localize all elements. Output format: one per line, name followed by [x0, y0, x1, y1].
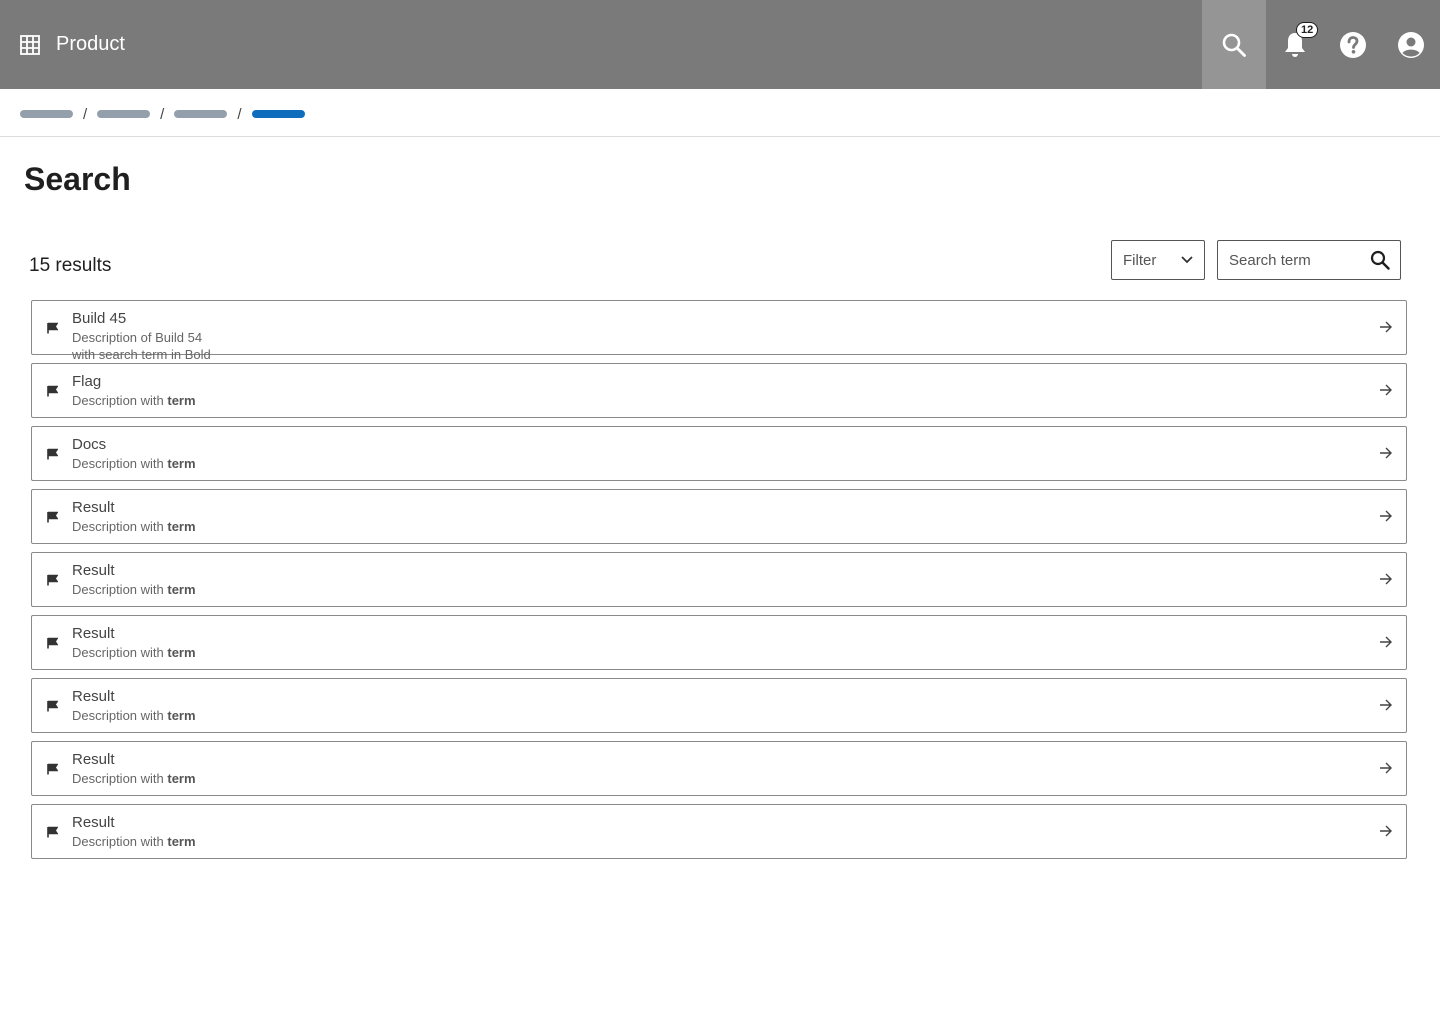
flag-icon	[47, 574, 58, 586]
arrow-right-icon	[1380, 573, 1392, 585]
flag-icon	[47, 826, 58, 838]
breadcrumb-item-current	[251, 110, 305, 118]
search-icon	[1222, 33, 1246, 57]
result-row[interactable]: Result Description with term	[31, 552, 1407, 607]
result-description: Description with term	[72, 708, 196, 723]
search-input[interactable]	[1229, 251, 1370, 269]
product-name: Product	[56, 33, 125, 55]
result-row[interactable]: Result Description with term	[31, 678, 1407, 733]
breadcrumb-divider	[0, 136, 1440, 137]
help-icon	[1340, 31, 1366, 58]
flag-icon	[47, 511, 58, 523]
arrow-right-icon	[1380, 447, 1392, 459]
result-description: Description with term	[72, 834, 196, 849]
breadcrumb-item-1[interactable]	[20, 110, 73, 118]
page-title: Search	[24, 161, 131, 197]
result-description: Description of Build 54 with search term…	[72, 330, 211, 362]
breadcrumb-separator: /	[160, 105, 165, 123]
account-button[interactable]	[1382, 0, 1440, 89]
result-description: Description with term	[72, 582, 196, 597]
arrow-right-icon	[1380, 636, 1392, 648]
result-title: Result	[72, 751, 115, 768]
result-row[interactable]: Docs Description with term	[31, 426, 1407, 481]
result-row[interactable]: Result Description with term	[31, 615, 1407, 670]
result-description: Description with term	[72, 771, 196, 786]
user-avatar-icon	[1398, 31, 1424, 58]
arrow-right-icon	[1380, 762, 1392, 774]
result-row[interactable]: Result Description with term	[31, 804, 1407, 859]
result-title: Result	[72, 625, 115, 642]
app-grid-icon	[20, 34, 40, 55]
help-button[interactable]	[1324, 0, 1382, 89]
result-title: Build 45	[72, 310, 127, 327]
result-description: Description with term	[72, 519, 196, 534]
filter-label: Filter	[1123, 251, 1157, 269]
flag-icon	[47, 385, 58, 397]
result-title: Result	[72, 562, 115, 579]
header-search-button[interactable]	[1202, 0, 1266, 89]
result-row[interactable]: Build 45 Description of Build 54 with se…	[31, 300, 1407, 362]
arrow-right-icon	[1380, 384, 1392, 396]
breadcrumb-separator: /	[237, 105, 242, 123]
arrow-right-icon	[1380, 510, 1392, 522]
top-app-bar: Product 12	[0, 0, 1440, 89]
result-row[interactable]: Flag Description with term	[31, 363, 1407, 418]
arrow-right-icon	[1380, 825, 1392, 837]
flag-icon	[47, 322, 58, 334]
flag-icon	[47, 700, 58, 712]
breadcrumb-item-2[interactable]	[97, 110, 151, 118]
flag-icon	[47, 448, 58, 460]
search-field[interactable]	[1217, 240, 1401, 280]
result-title: Result	[72, 688, 115, 705]
result-row[interactable]: Result Description with term	[31, 489, 1407, 544]
flag-icon	[47, 763, 58, 775]
header-toolbar: 12	[1202, 0, 1440, 89]
result-title: Flag	[72, 373, 102, 390]
result-description: Description with term	[72, 393, 196, 408]
result-title: Result	[72, 499, 115, 516]
results-list: Build 45 Description of Build 54 with se…	[31, 300, 1407, 867]
result-title: Result	[72, 814, 115, 831]
chevron-down-icon	[1181, 256, 1193, 264]
notifications-button[interactable]: 12	[1266, 0, 1324, 89]
result-row[interactable]: Result Description with term	[31, 741, 1407, 796]
result-title: Docs	[72, 436, 107, 453]
search-icon[interactable]	[1370, 250, 1390, 270]
notification-count-badge: 12	[1296, 22, 1319, 38]
filter-dropdown[interactable]: Filter	[1111, 240, 1205, 280]
arrow-right-icon	[1380, 699, 1392, 711]
results-count: 15 results	[29, 255, 112, 276]
brand[interactable]: Product	[20, 0, 125, 89]
arrow-right-icon	[1380, 321, 1392, 333]
breadcrumb-separator: /	[83, 105, 88, 123]
result-description: Description with term	[72, 645, 196, 660]
breadcrumb: / / /	[20, 104, 305, 124]
breadcrumb-item-3[interactable]	[174, 110, 228, 118]
result-description: Description with term	[72, 456, 196, 471]
flag-icon	[47, 637, 58, 649]
